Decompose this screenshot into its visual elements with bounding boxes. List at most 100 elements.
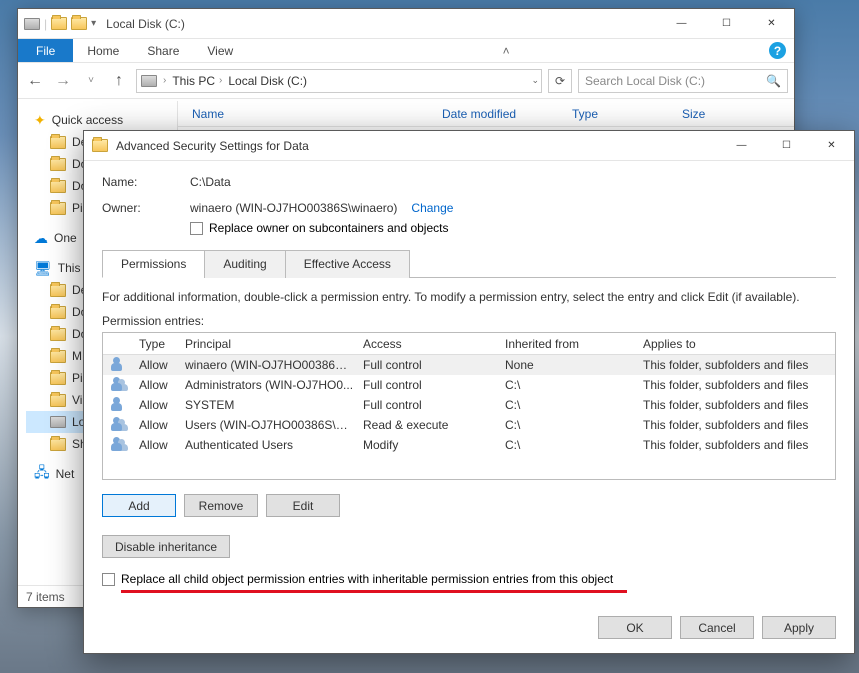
- advanced-security-dialog: Advanced Security Settings for Data — ☐ …: [83, 130, 855, 654]
- cell-inherited: C:\: [497, 418, 635, 432]
- column-headers[interactable]: Name Date modified Type Size: [178, 101, 794, 127]
- help-icon[interactable]: ?: [769, 42, 786, 59]
- ok-button[interactable]: OK: [598, 616, 672, 639]
- column-size[interactable]: Size: [668, 107, 748, 121]
- breadcrumb[interactable]: Local Disk (C:): [228, 74, 307, 88]
- folder-icon: [50, 350, 66, 363]
- permission-entries-table[interactable]: Type Principal Access Inherited from App…: [102, 332, 836, 480]
- cell-type: Allow: [131, 378, 177, 392]
- col-access[interactable]: Access: [355, 337, 497, 351]
- folder-icon: [50, 394, 66, 407]
- minimize-button[interactable]: —: [659, 9, 704, 38]
- file-tab[interactable]: File: [18, 39, 73, 62]
- folder-icon: [50, 328, 66, 341]
- cell-applies: This folder, subfolders and files: [635, 358, 835, 372]
- maximize-button[interactable]: ☐: [764, 131, 809, 160]
- add-button[interactable]: Add: [102, 494, 176, 517]
- explorer-titlebar[interactable]: | ▾ Local Disk (C:) — ☐ ✕: [18, 9, 794, 39]
- entries-label: Permission entries:: [102, 314, 836, 328]
- remove-button[interactable]: Remove: [184, 494, 258, 517]
- user-icon: [111, 417, 129, 431]
- close-button[interactable]: ✕: [749, 9, 794, 38]
- address-history-icon[interactable]: ⌄: [531, 75, 539, 86]
- col-type[interactable]: Type: [131, 337, 177, 351]
- cell-access: Full control: [355, 358, 497, 372]
- cancel-button[interactable]: Cancel: [680, 616, 754, 639]
- folder-icon: [50, 438, 66, 451]
- col-applies[interactable]: Applies to: [635, 337, 835, 351]
- user-icon: [111, 397, 129, 411]
- refresh-button[interactable]: ⟳: [548, 69, 572, 93]
- breadcrumb[interactable]: This PC ›: [172, 74, 222, 88]
- cell-inherited: C:\: [497, 438, 635, 452]
- maximize-button[interactable]: ☐: [704, 9, 749, 38]
- cell-access: Modify: [355, 438, 497, 452]
- cell-access: Read & execute: [355, 418, 497, 432]
- ribbon-tabs: File Home Share View ˄ ?: [18, 39, 794, 63]
- quick-access-node[interactable]: ✦Quick access: [26, 109, 177, 131]
- table-header[interactable]: Type Principal Access Inherited from App…: [103, 333, 835, 355]
- back-button[interactable]: ←: [24, 72, 46, 90]
- folder-icon: [50, 284, 66, 297]
- cell-type: Allow: [131, 418, 177, 432]
- qat-dropdown-icon[interactable]: ▾: [91, 18, 96, 29]
- replace-owner-checkbox[interactable]: [190, 222, 203, 235]
- disable-inheritance-button[interactable]: Disable inheritance: [102, 535, 230, 558]
- tab-strip: Permissions Auditing Effective Access: [102, 249, 836, 278]
- search-input[interactable]: Search Local Disk (C:) 🔍: [578, 69, 788, 93]
- tab-permissions[interactable]: Permissions: [102, 250, 205, 278]
- table-row[interactable]: AllowAdministrators (WIN-OJ7HO0...Full c…: [103, 375, 835, 395]
- cloud-icon: ☁: [34, 230, 48, 247]
- change-owner-link[interactable]: Change: [411, 201, 453, 215]
- dialog-title: Advanced Security Settings for Data: [116, 139, 309, 153]
- up-button[interactable]: ↑: [108, 72, 130, 90]
- folder-icon: [50, 180, 66, 193]
- dialog-titlebar[interactable]: Advanced Security Settings for Data — ☐ …: [84, 131, 854, 161]
- chevron-right-icon[interactable]: ›: [219, 75, 222, 86]
- tab-auditing[interactable]: Auditing: [204, 250, 285, 278]
- cell-access: Full control: [355, 378, 497, 392]
- owner-value: winaero (WIN-OJ7HO00386S\winaero): [190, 201, 397, 215]
- home-tab[interactable]: Home: [73, 39, 133, 62]
- dialog-button-row: OK Cancel Apply: [84, 606, 854, 653]
- forward-button[interactable]: →: [52, 72, 74, 90]
- user-icon: [111, 377, 129, 391]
- close-button[interactable]: ✕: [809, 131, 854, 160]
- cell-principal: Administrators (WIN-OJ7HO0...: [177, 378, 355, 392]
- minimize-button[interactable]: —: [719, 131, 764, 160]
- view-tab[interactable]: View: [193, 39, 247, 62]
- col-inherited[interactable]: Inherited from: [497, 337, 635, 351]
- address-bar[interactable]: › This PC › Local Disk (C:) ⌄: [136, 69, 542, 93]
- monitor-icon: 🖥: [34, 260, 52, 277]
- ribbon-collapse-icon[interactable]: ˄: [503, 39, 510, 62]
- column-type[interactable]: Type: [558, 107, 668, 121]
- cell-principal: SYSTEM: [177, 398, 355, 412]
- replace-children-checkbox[interactable]: [102, 573, 115, 586]
- cell-applies: This folder, subfolders and files: [635, 438, 835, 452]
- table-row[interactable]: Allowwinaero (WIN-OJ7HO00386S\...Full co…: [103, 355, 835, 375]
- folder-icon[interactable]: [51, 17, 67, 30]
- folder-icon: [50, 158, 66, 171]
- cell-principal: winaero (WIN-OJ7HO00386S\...: [177, 358, 355, 372]
- folder-icon[interactable]: [71, 17, 87, 30]
- share-tab[interactable]: Share: [133, 39, 193, 62]
- recent-locations-icon[interactable]: ˅: [80, 75, 102, 86]
- cell-applies: This folder, subfolders and files: [635, 378, 835, 392]
- cell-applies: This folder, subfolders and files: [635, 418, 835, 432]
- col-principal[interactable]: Principal: [177, 337, 355, 351]
- table-row[interactable]: AllowUsers (WIN-OJ7HO00386S\Us...Read & …: [103, 415, 835, 435]
- user-icon: [111, 357, 129, 371]
- table-row[interactable]: AllowSYSTEMFull controlC:\This folder, s…: [103, 395, 835, 415]
- column-name[interactable]: Name: [178, 107, 428, 121]
- search-placeholder: Search Local Disk (C:): [585, 74, 705, 88]
- column-date[interactable]: Date modified: [428, 107, 558, 121]
- search-icon[interactable]: 🔍: [766, 74, 781, 88]
- cell-inherited: C:\: [497, 398, 635, 412]
- apply-button[interactable]: Apply: [762, 616, 836, 639]
- edit-button[interactable]: Edit: [266, 494, 340, 517]
- tab-effective-access[interactable]: Effective Access: [285, 250, 410, 278]
- folder-icon: [50, 202, 66, 215]
- chevron-right-icon[interactable]: ›: [163, 75, 166, 86]
- folder-icon: [50, 136, 66, 149]
- table-row[interactable]: AllowAuthenticated UsersModifyC:\This fo…: [103, 435, 835, 455]
